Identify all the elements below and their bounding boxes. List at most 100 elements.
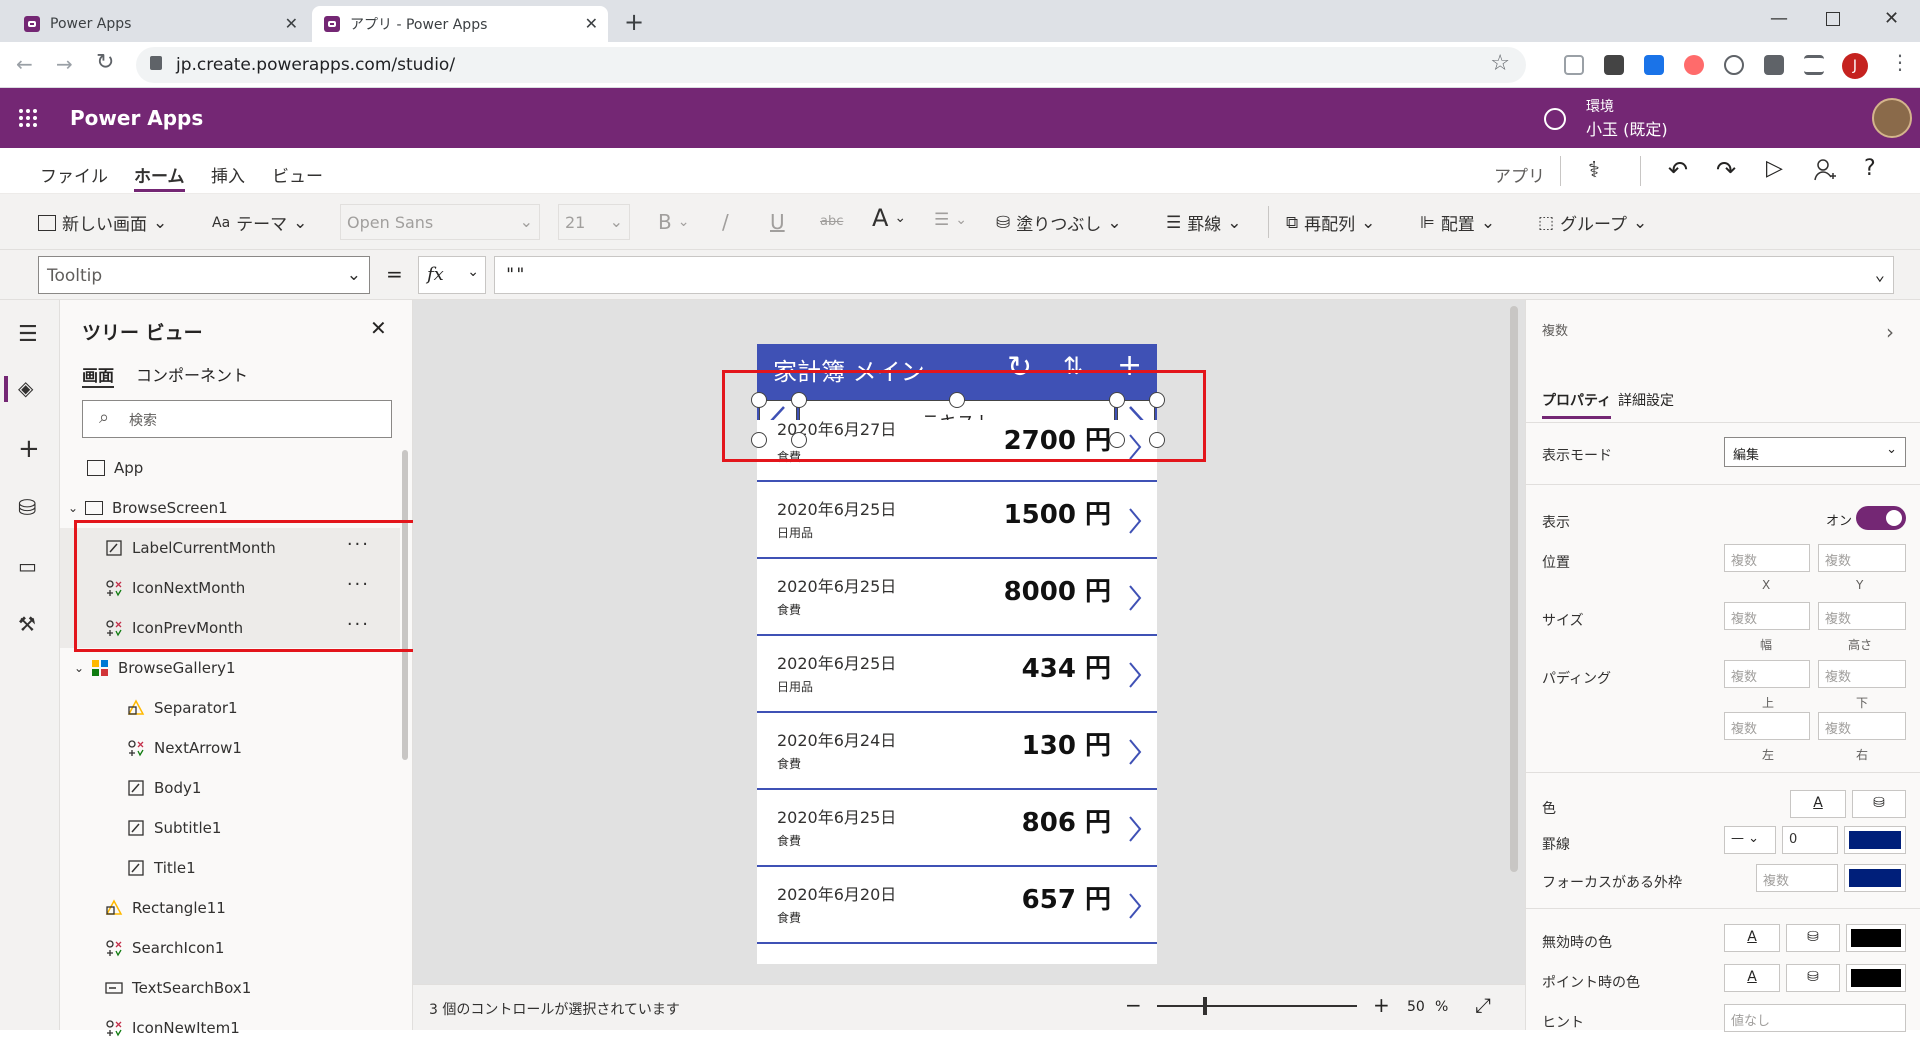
tree-item[interactable]: SearchIcon1	[60, 928, 400, 968]
gallery-row[interactable]: 2020年6月24日 食費 130 円	[757, 713, 1157, 790]
browser-menu-icon[interactable]: ⋮	[1890, 50, 1910, 74]
download-extension-icon[interactable]	[1644, 55, 1664, 75]
hover-font-color-picker[interactable]: A	[1724, 964, 1780, 992]
tree-item[interactable]: Separator1	[60, 688, 400, 728]
tree-item[interactable]: IconNewItem1	[60, 1008, 400, 1048]
hover-fill-color-picker[interactable]: ⛁	[1786, 964, 1840, 992]
reading-list-icon[interactable]	[1804, 55, 1824, 75]
chevron-down-icon[interactable]: ⌄	[1875, 265, 1885, 285]
tab-properties[interactable]: プロパティ	[1542, 390, 1612, 419]
tab-screens[interactable]: 画面	[82, 362, 115, 388]
bookmark-star-icon[interactable]: ☆	[1490, 51, 1510, 76]
close-tab-icon[interactable]: ✕	[585, 14, 598, 33]
padding-top-input[interactable]: 複数	[1724, 660, 1810, 688]
font-color-picker[interactable]: A	[1790, 790, 1846, 818]
tree-item[interactable]: Body1	[60, 768, 400, 808]
menu-home[interactable]: ホーム	[134, 162, 185, 192]
close-tab-icon[interactable]: ✕	[285, 14, 298, 33]
redo-icon[interactable]: ↷	[1716, 156, 1736, 184]
border-width-input[interactable]: 0	[1782, 826, 1838, 854]
tree-item[interactable]: Subtitle1	[60, 808, 400, 848]
text-align-button[interactable]: ☰ ⌄	[934, 210, 967, 230]
hamburger-icon[interactable]: ☰	[18, 322, 42, 347]
url-bar[interactable]: jp.create.powerapps.com/studio/ ☆	[136, 47, 1526, 83]
disabled-fill-color-picker[interactable]: ⛁	[1786, 924, 1840, 952]
x-input[interactable]: 複数	[1724, 544, 1810, 572]
chevron-right-icon[interactable]	[1127, 891, 1143, 921]
tree-item[interactable]: TextSearchBox1	[60, 968, 400, 1008]
italic-button[interactable]: /	[722, 210, 729, 234]
chevron-down-icon[interactable]: ⌄	[74, 661, 90, 675]
waffle-icon[interactable]	[18, 108, 38, 128]
theme-button[interactable]: Aa テーマ ⌄	[212, 210, 307, 236]
menu-file[interactable]: ファイル	[40, 162, 108, 187]
tree-item[interactable]: Rectangle11	[60, 888, 400, 928]
gallery-row[interactable]: 2020年6月25日 日用品 1500 円	[757, 482, 1157, 559]
padding-bottom-input[interactable]: 複数	[1818, 660, 1906, 688]
play-icon[interactable]: ▷	[1766, 156, 1783, 181]
chevron-right-icon[interactable]: ›	[1886, 320, 1894, 344]
close-window-icon[interactable]: ✕	[1884, 8, 1899, 29]
y-input[interactable]: 複数	[1818, 544, 1906, 572]
tab-advanced[interactable]: 詳細設定	[1618, 390, 1674, 410]
tree-search-input[interactable]: ⌕ 検索	[82, 400, 392, 438]
property-select[interactable]: Tooltip ⌄	[38, 256, 370, 294]
forward-icon[interactable]: →	[56, 52, 73, 76]
display-mode-select[interactable]: 編集 ⌄	[1724, 437, 1906, 467]
fill-color-picker[interactable]: ⛁	[1852, 790, 1906, 818]
tree-item[interactable]: ⌄ BrowseGallery1	[60, 648, 400, 688]
extension-icon[interactable]	[1564, 55, 1584, 75]
help-icon[interactable]: ?	[1864, 156, 1876, 181]
gallery-row[interactable]: 2020年6月20日 食費 657 円	[757, 867, 1157, 944]
border-color-picker[interactable]	[1844, 826, 1906, 854]
zoom-slider[interactable]	[1157, 1005, 1357, 1007]
zoom-out-button[interactable]: −	[1125, 993, 1142, 1017]
chat-extension-icon[interactable]	[1724, 55, 1744, 75]
layers-icon[interactable]: ◈	[18, 376, 42, 400]
browser-tab-active[interactable]: アプリ - Power Apps ✕	[312, 6, 608, 42]
gallery-row[interactable]: 2020年6月25日 日用品 434 円	[757, 636, 1157, 713]
border-style-select[interactable]: — ⌄	[1724, 826, 1776, 854]
tree-item[interactable]: NextArrow1	[60, 728, 400, 768]
tree-item[interactable]: Title1	[60, 848, 400, 888]
disabled-font-color-picker[interactable]: A	[1724, 924, 1780, 952]
data-cylinder-icon[interactable]: ⛁	[18, 496, 42, 521]
extension-icon[interactable]	[1684, 55, 1704, 75]
font-family-select[interactable]: Open Sans ⌄	[340, 204, 540, 240]
advanced-tools-icon[interactable]: ⚒	[18, 612, 42, 636]
profile-avatar[interactable]: J	[1842, 53, 1868, 79]
padding-left-input[interactable]: 複数	[1724, 712, 1810, 740]
tree-item-app[interactable]: App	[60, 448, 400, 488]
gallery-row[interactable]: 2020年6月25日 食費 8000 円	[757, 559, 1157, 636]
gallery-row[interactable]: 2020年6月25日 食費 806 円	[757, 790, 1157, 867]
maximize-icon[interactable]	[1826, 12, 1840, 26]
undo-icon[interactable]: ↶	[1668, 156, 1688, 184]
align-button[interactable]: ⊫ 配置 ⌄	[1420, 210, 1495, 236]
fx-button[interactable]: fx ⌄	[418, 256, 486, 294]
app-checker-label[interactable]: アプリ	[1494, 162, 1545, 187]
formula-input[interactable]: "" ⌄	[494, 256, 1894, 294]
chevron-right-icon[interactable]	[1127, 583, 1143, 613]
zoom-in-button[interactable]: +	[1373, 993, 1390, 1017]
reorder-button[interactable]: ⧉ 再配列 ⌄	[1286, 210, 1375, 236]
height-input[interactable]: 複数	[1818, 602, 1906, 630]
fill-button[interactable]: ⛁ 塗りつぶし ⌄	[996, 210, 1122, 236]
border-button[interactable]: ☰ 罫線 ⌄	[1166, 210, 1242, 236]
selenium-extension-icon[interactable]	[1604, 55, 1624, 75]
hover-border-color-picker[interactable]	[1846, 964, 1906, 992]
reload-icon[interactable]: ↻	[96, 50, 114, 75]
chevron-right-icon[interactable]	[1127, 506, 1143, 536]
focus-border-color-picker[interactable]	[1844, 864, 1906, 892]
disabled-border-color-picker[interactable]	[1846, 924, 1906, 952]
focus-border-width-input[interactable]: 複数	[1756, 864, 1838, 892]
underline-button[interactable]: U	[770, 210, 785, 234]
puzzle-extensions-icon[interactable]	[1764, 55, 1784, 75]
bold-button[interactable]: B ⌄	[658, 210, 689, 234]
media-icon[interactable]: ▭	[18, 554, 42, 578]
font-size-select[interactable]: 21 ⌄	[558, 204, 630, 240]
hint-input[interactable]: 値なし	[1724, 1004, 1906, 1032]
menu-insert[interactable]: 挿入	[211, 162, 245, 187]
new-tab-icon[interactable]: +	[624, 8, 644, 36]
stethoscope-icon[interactable]: ⚕	[1588, 158, 1600, 183]
group-button[interactable]: ⬚ グループ ⌄	[1538, 210, 1647, 236]
